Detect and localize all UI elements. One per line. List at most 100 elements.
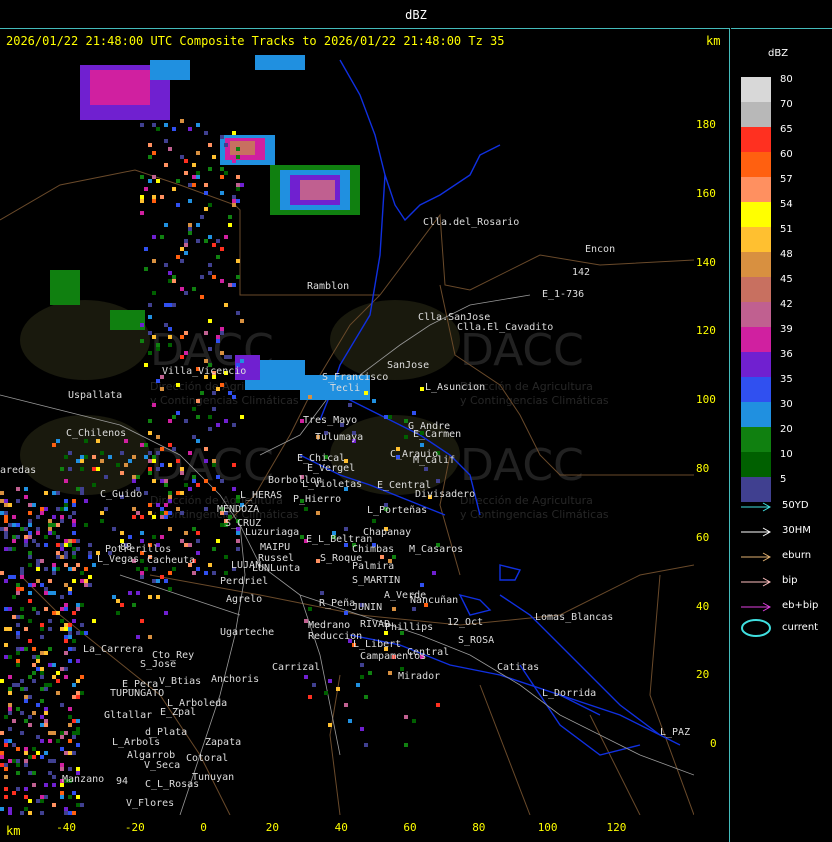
watermark-text: y Contingencias Climáticas xyxy=(460,508,609,521)
echo-cell xyxy=(64,639,68,643)
place-label: Ramblon xyxy=(307,281,349,292)
echo-cell xyxy=(68,723,72,727)
echo-cell xyxy=(92,455,96,459)
echo-cell xyxy=(40,687,44,691)
echo-cell xyxy=(360,675,364,679)
composite-title: 2026/01/22 21:48:00 UTC Composite Tracks… xyxy=(6,34,505,48)
echo-cell xyxy=(60,747,64,751)
echo-cell xyxy=(28,591,32,595)
echo-cell xyxy=(48,619,52,623)
echo-cell xyxy=(132,475,136,479)
echo-cell xyxy=(156,179,160,183)
echo-cell xyxy=(236,259,240,263)
echo-cell xyxy=(132,507,136,511)
echo-cell xyxy=(216,387,220,391)
place-label: Gltallar xyxy=(104,710,152,721)
echo-cell xyxy=(168,343,172,347)
y-tick-label: 20 xyxy=(696,668,710,682)
echo-cell xyxy=(64,455,68,459)
legend-swatch-70 xyxy=(741,102,771,127)
echo-cell xyxy=(36,543,40,547)
echo-cell xyxy=(230,141,255,155)
echo-cell xyxy=(148,419,152,423)
echo-cell xyxy=(40,559,44,563)
place-label: LUNLunta xyxy=(252,563,300,574)
echo-cell xyxy=(192,479,196,483)
echo-cell xyxy=(140,575,144,579)
echo-cell xyxy=(68,539,72,543)
place-label: Ñancuñan xyxy=(410,593,458,606)
y-tick-label: 0 xyxy=(710,737,717,751)
echo-cell xyxy=(160,387,164,391)
place-label: Mirador xyxy=(398,671,440,682)
echo-cell xyxy=(168,271,172,275)
echo-cell xyxy=(196,567,200,571)
echo-cell xyxy=(148,635,152,639)
echo-cell xyxy=(192,407,196,411)
echo-cell xyxy=(164,303,168,307)
echo-cell xyxy=(164,503,168,507)
echo-cell xyxy=(236,539,240,543)
echo-cell xyxy=(72,647,76,651)
echo-cell xyxy=(120,531,124,535)
echo-cell xyxy=(0,731,4,735)
echo-cell xyxy=(180,287,184,291)
echo-cell xyxy=(380,555,384,559)
watermark-text: y Contingencias Climáticas xyxy=(150,394,299,407)
echo-cell xyxy=(64,479,68,483)
echo-cell xyxy=(360,727,364,731)
echo-cell xyxy=(180,155,184,159)
place-label: E_Carmen xyxy=(413,429,461,440)
legend-label: 42 xyxy=(780,299,793,310)
place-label: Agrelo xyxy=(226,594,262,605)
echo-cell xyxy=(192,571,196,575)
echo-cell xyxy=(48,531,52,535)
echo-cell xyxy=(44,683,48,687)
echo-cell xyxy=(72,719,76,723)
echo-cell xyxy=(116,599,120,603)
echo-cell xyxy=(76,727,80,731)
echo-cell xyxy=(8,655,12,659)
echo-cell xyxy=(148,331,152,335)
echo-cell xyxy=(152,175,156,179)
echo-cell xyxy=(224,143,228,147)
echo-cell xyxy=(52,803,56,807)
place-label: S_Francisco xyxy=(322,372,388,383)
echo-cell xyxy=(56,567,60,571)
legend-swatch-5 xyxy=(741,477,771,502)
echo-cell xyxy=(52,759,56,763)
echo-cell xyxy=(196,223,200,227)
echo-cell xyxy=(148,471,152,475)
echo-cell xyxy=(24,487,28,491)
echo-cell xyxy=(224,419,228,423)
echo-cell xyxy=(36,611,40,615)
echo-cell xyxy=(20,647,24,651)
echo-cell xyxy=(36,579,40,583)
echo-cell xyxy=(232,395,236,399)
echo-cell xyxy=(24,747,28,751)
place-label: TUPUNGATO xyxy=(110,688,164,699)
echo-cell xyxy=(220,327,224,331)
radar-map[interactable]: DACC DACC DACC DACC Dirección de Agricul… xyxy=(0,55,694,815)
echo-cell xyxy=(12,595,16,599)
echo-cell xyxy=(152,123,156,127)
echo-cell xyxy=(156,127,160,131)
echo-cell xyxy=(232,203,236,207)
echo-cell xyxy=(24,627,28,631)
echo-cell xyxy=(236,311,240,315)
echo-cell xyxy=(72,731,76,735)
echo-cell xyxy=(84,455,88,459)
echo-cell xyxy=(60,519,64,523)
echo-cell xyxy=(148,459,152,463)
echo-cell xyxy=(20,575,24,579)
echo-cell xyxy=(48,759,52,763)
echo-cell xyxy=(16,663,20,667)
echo-cell xyxy=(40,699,44,703)
echo-cell xyxy=(188,543,192,547)
echo-cell xyxy=(4,775,8,779)
echo-cell xyxy=(168,279,172,283)
echo-cell xyxy=(28,503,32,507)
echo-cell xyxy=(44,491,48,495)
place-label: Tecli xyxy=(330,383,360,394)
echo-cell xyxy=(4,643,8,647)
